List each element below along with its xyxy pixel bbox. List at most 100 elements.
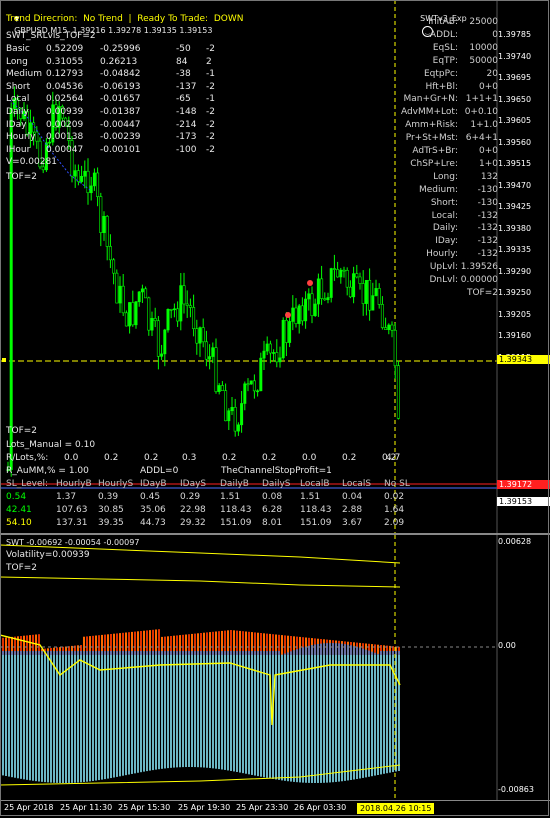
level-v4: -2 <box>206 120 215 131</box>
histogram-bar-blue <box>179 651 181 655</box>
histogram-bar <box>275 655 277 779</box>
time-axis-label: 25 Apr 11:30 <box>60 803 112 812</box>
time-axis-label: 25 Apr 19:30 <box>178 803 230 812</box>
sl-cell: 0.02 <box>384 492 404 503</box>
level-v2: -0.01387 <box>100 107 140 118</box>
sl-cell: 151.09 <box>300 518 332 529</box>
indicator-canvas[interactable] <box>0 535 550 800</box>
histogram-bar-blue <box>329 643 331 655</box>
histogram-bar-blue <box>398 651 400 655</box>
panel-label: Local: <box>432 211 458 221</box>
sl-cell: 1.37 <box>56 492 76 503</box>
level-v1: 0.00138 <box>46 132 83 143</box>
panel-label: Long: <box>433 172 458 182</box>
level-label: Long <box>6 57 28 68</box>
histogram-bar-blue <box>188 651 190 655</box>
histogram-bar-blue <box>290 651 292 655</box>
candle-body <box>308 294 310 299</box>
histogram-bar <box>215 655 217 769</box>
histogram-bar-blue <box>224 651 226 655</box>
level-label: Medium <box>6 69 42 80</box>
main-chart-window[interactable]: ▼ GBPUSD,M15 1.39216 1.39278 1.39135 1.3… <box>0 0 550 533</box>
panel-label: Medium: <box>419 185 458 195</box>
level-v3: -50 <box>176 44 191 55</box>
subwindow-title: SWT -0.00692 -0.00054 -0.00097 <box>6 537 139 548</box>
histogram-bar <box>206 655 208 768</box>
histogram-bar-blue <box>173 651 175 655</box>
histogram-bar-blue <box>248 651 250 655</box>
sl-header: LocalB <box>300 479 330 490</box>
histogram-bar <box>50 655 52 783</box>
histogram-bar <box>380 655 382 774</box>
level-v4: -2 <box>206 82 215 93</box>
level-label: Short <box>6 82 30 93</box>
histogram-bar <box>41 655 43 782</box>
histogram-bar-blue <box>86 651 88 655</box>
sl-header: DailyB <box>220 479 249 490</box>
candle-body <box>324 299 326 300</box>
histogram-bar-blue <box>212 651 214 655</box>
histogram-bar-blue <box>296 649 298 655</box>
candle-body <box>276 352 278 361</box>
histogram-bar-blue <box>170 651 172 655</box>
histogram-bar <box>110 655 112 778</box>
histogram-bar <box>305 655 307 783</box>
rlots-value: 0.2 <box>222 453 236 464</box>
histogram-bar-blue <box>356 647 358 655</box>
candle-body <box>314 304 316 316</box>
histogram-bar-positive <box>287 636 289 655</box>
histogram-bar <box>227 655 229 770</box>
price-axis-label: 1.39650 <box>498 95 548 104</box>
histogram-bar <box>47 655 49 782</box>
candle-body <box>250 381 252 384</box>
sl-cell: 2.88 <box>342 505 362 516</box>
histogram-bar-blue <box>275 651 277 655</box>
candle-body <box>215 348 217 392</box>
candle-body <box>352 274 354 297</box>
candle-body <box>112 260 114 273</box>
histogram-bar-blue <box>104 651 106 655</box>
sl-cell: 0.29 <box>180 492 200 503</box>
candle-body <box>100 197 102 233</box>
histogram-bar <box>77 655 79 783</box>
histogram-bar <box>248 655 250 774</box>
sl-cell: 151.09 <box>220 518 252 529</box>
time-axis[interactable]: 25 Apr 201825 Apr 11:3025 Apr 15:3025 Ap… <box>0 800 550 818</box>
histogram-bar <box>212 655 214 768</box>
histogram-bar-blue <box>299 648 301 655</box>
histogram-bar-blue <box>53 651 55 655</box>
tof-bottom: TOF=2 <box>6 426 37 437</box>
price-axis-label: 1.39160 <box>498 331 548 340</box>
time-highlight: 2018.04.26 10:15 <box>357 803 434 814</box>
histogram-bar <box>23 655 25 779</box>
sl-cell: 0.08 <box>262 492 282 503</box>
tof-top: TOF=2 <box>6 172 37 183</box>
price-axis-label: 1.39425 <box>498 202 548 211</box>
candle-body <box>266 344 268 351</box>
sl-cell: 44.73 <box>140 518 166 529</box>
histogram-bar-blue <box>137 651 139 655</box>
histogram-bar-blue <box>257 651 259 655</box>
histogram-bar <box>44 655 46 782</box>
panel-value: 1+1+1 <box>466 94 498 104</box>
candle-body <box>148 298 150 330</box>
histogram-bar-blue <box>116 651 118 655</box>
candle-body <box>247 384 249 385</box>
histogram-bar-blue <box>194 651 196 655</box>
candle-body <box>365 280 367 303</box>
histogram-bar <box>71 655 73 783</box>
histogram-bar-blue <box>317 644 319 655</box>
histogram-bar-blue <box>314 644 316 655</box>
level-v1: 0.52209 <box>46 44 83 55</box>
histogram-bar-blue <box>122 651 124 655</box>
price-axis-label: 1.39605 <box>498 116 548 125</box>
sl-cell: 1.51 <box>300 492 320 503</box>
sl-header: LocalS <box>342 479 371 490</box>
level-v2: -0.00239 <box>100 132 140 143</box>
histogram-bar <box>8 655 10 777</box>
histogram-bar <box>221 655 223 769</box>
indicator-subwindow[interactable]: SWT -0.00692 -0.00054 -0.00097 Volatilit… <box>0 535 550 800</box>
rlots-value: 0.2 <box>342 453 356 464</box>
candle-body <box>138 292 140 302</box>
panel-label: Hft+Bl: <box>425 82 458 92</box>
